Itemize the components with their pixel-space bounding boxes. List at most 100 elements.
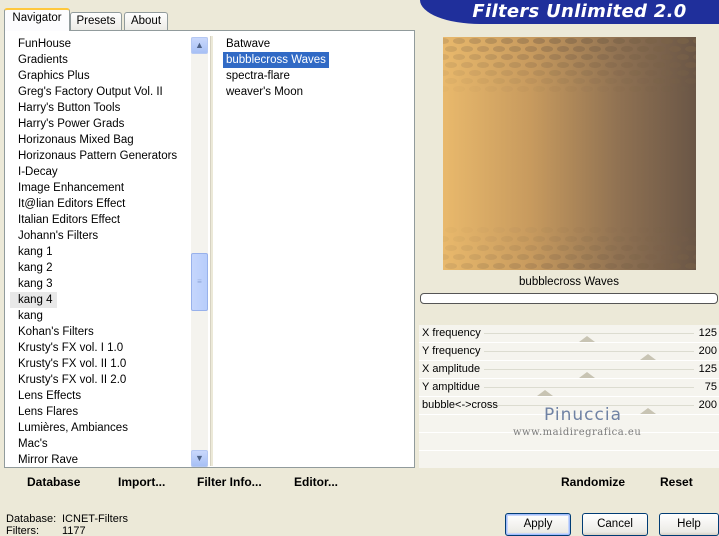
filter-info-button[interactable]: Filter Info... xyxy=(197,475,262,489)
category-item[interactable]: Mirror Rave xyxy=(10,452,190,466)
preview-bubble xyxy=(629,70,641,76)
category-item[interactable]: kang xyxy=(10,308,190,324)
param-row[interactable]: Y ampltidue 75 xyxy=(419,379,719,397)
preview-bubble xyxy=(637,62,649,68)
preview-bubble xyxy=(637,78,649,84)
preview-bubble xyxy=(677,86,689,92)
param-slider-thumb[interactable] xyxy=(579,336,595,342)
category-item[interactable]: Horizonaus Pattern Generators xyxy=(10,148,190,164)
category-item[interactable]: Lumières, Ambiances xyxy=(10,420,190,436)
preview-bubble xyxy=(589,263,601,269)
import-button[interactable]: Import... xyxy=(118,475,165,489)
category-item[interactable]: It@lian Editors Effect xyxy=(10,196,190,212)
preview-bubble xyxy=(621,263,633,269)
category-item[interactable]: kang 3 xyxy=(10,276,190,292)
category-item[interactable]: I-Decay xyxy=(10,164,190,180)
filter-item[interactable]: spectra-flare xyxy=(218,68,408,84)
category-item[interactable]: Harry's Power Grads xyxy=(10,116,190,132)
category-item[interactable]: Mac's xyxy=(10,436,190,452)
preview-bubble xyxy=(541,245,553,251)
scroll-thumb[interactable]: ≡ xyxy=(191,253,208,311)
preview-bubble xyxy=(485,86,497,92)
filter-list[interactable]: Batwave bubblecross Waves spectra-flare wea… xyxy=(218,36,408,236)
preview-bubble xyxy=(613,236,625,242)
filter-item[interactable]: bubblecross Waves xyxy=(223,52,329,68)
preview-bubble xyxy=(541,227,553,233)
category-item[interactable]: kang 2 xyxy=(10,260,190,276)
category-item[interactable]: Harry's Button Tools xyxy=(10,100,190,116)
category-item[interactable]: Lens Effects xyxy=(10,388,190,404)
category-item[interactable]: Johann's Filters xyxy=(10,228,190,244)
preview-bubble xyxy=(493,227,505,233)
editor-button[interactable]: Editor... xyxy=(294,475,338,489)
param-row[interactable]: X amplitude 125 xyxy=(419,361,719,379)
preview-bubble xyxy=(629,254,641,260)
category-item[interactable]: Gradients xyxy=(10,52,190,68)
preview-bubble xyxy=(533,70,545,76)
param-slider-thumb[interactable] xyxy=(640,408,656,414)
preview-bubble xyxy=(469,236,481,242)
database-button[interactable]: Database xyxy=(27,475,80,489)
tab-navigator[interactable]: Navigator xyxy=(4,8,70,31)
category-item[interactable]: kang 4 xyxy=(10,292,57,308)
preview-bubble xyxy=(653,78,665,84)
category-item[interactable]: Krusty's FX vol. I 1.0 xyxy=(10,340,190,356)
category-item[interactable]: Graphics Plus xyxy=(10,68,190,84)
preview-bubble xyxy=(645,254,657,260)
category-item[interactable]: Kohan's Filters xyxy=(10,324,190,340)
preview-bubble xyxy=(509,78,521,84)
tab-presets[interactable]: Presets xyxy=(70,12,122,30)
preview-bubble xyxy=(573,78,585,84)
param-value: 125 xyxy=(698,327,717,339)
preview-bubble xyxy=(685,245,696,251)
param-name: Y ampltidue xyxy=(422,381,480,393)
preview-bubble xyxy=(453,86,465,92)
category-list[interactable]: FunHouse Gradients Graphics Plus Greg's Fac… xyxy=(10,36,190,466)
filter-item[interactable]: Batwave xyxy=(218,36,408,52)
tab-about[interactable]: About xyxy=(124,12,168,30)
scroll-up-icon[interactable]: ▲ xyxy=(191,37,208,54)
param-row[interactable]: Y frequency 200 xyxy=(419,343,719,361)
preview-bubble xyxy=(605,46,617,52)
help-button[interactable]: Help xyxy=(659,513,719,536)
category-item[interactable]: Greg's Factory Output Vol. II xyxy=(10,84,190,100)
preview-bubble xyxy=(493,62,505,68)
param-slider-thumb[interactable] xyxy=(640,354,656,360)
preview-bubble xyxy=(661,38,673,44)
category-item[interactable]: Image Enhancement xyxy=(10,180,190,196)
preview-bubble xyxy=(493,263,505,269)
param-name: Y frequency xyxy=(422,345,481,357)
param-row[interactable]: X frequency 125 xyxy=(419,325,719,343)
apply-button[interactable]: Apply xyxy=(505,513,571,536)
preview-bubble xyxy=(549,254,561,260)
category-item[interactable]: Italian Editors Effect xyxy=(10,212,190,228)
app-title: Filters Unlimited 2.0 xyxy=(472,1,687,22)
reset-button[interactable]: Reset xyxy=(660,475,693,489)
randomize-button[interactable]: Randomize xyxy=(561,475,625,489)
category-item[interactable]: FunHouse xyxy=(10,36,190,52)
category-item[interactable]: Krusty's FX vol. II 1.0 xyxy=(10,356,190,372)
cancel-button[interactable]: Cancel xyxy=(582,513,648,536)
preview-bubble xyxy=(525,263,537,269)
preview-image xyxy=(443,37,696,270)
param-slider-thumb[interactable] xyxy=(537,390,553,396)
preview-bubble xyxy=(557,227,569,233)
preview-bubble xyxy=(443,236,449,242)
preview-bubble xyxy=(677,254,689,260)
filter-item[interactable]: weaver's Moon xyxy=(218,84,408,100)
scroll-down-icon[interactable]: ▼ xyxy=(191,450,208,467)
preview-bubble xyxy=(501,236,513,242)
status-filters-label: Filters: xyxy=(6,525,39,536)
category-scrollbar[interactable]: ▲ ≡ ▼ xyxy=(191,37,208,467)
preview-bubble xyxy=(485,38,497,44)
preview-bubble xyxy=(445,263,457,269)
preview-bubble xyxy=(445,46,457,52)
param-slider-thumb[interactable] xyxy=(579,372,595,378)
preview-bubble xyxy=(677,38,689,44)
category-item[interactable]: Krusty's FX vol. II 2.0 xyxy=(10,372,190,388)
preview-bubble xyxy=(557,46,569,52)
category-item[interactable]: Lens Flares xyxy=(10,404,190,420)
param-value: 200 xyxy=(698,345,717,357)
category-item[interactable]: Horizonaus Mixed Bag xyxy=(10,132,190,148)
category-item[interactable]: kang 1 xyxy=(10,244,190,260)
